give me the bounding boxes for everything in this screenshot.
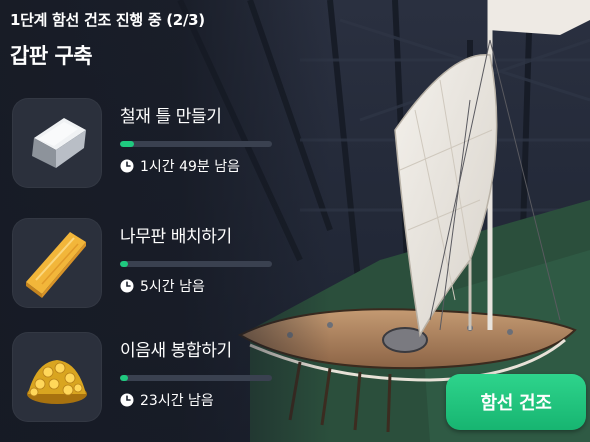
time-remaining-label: 5시간 남음	[140, 279, 205, 295]
time-remaining-label: 1시간 49분 남음	[140, 159, 241, 175]
time-remaining-label: 23시간 남음	[140, 393, 214, 409]
clock-icon	[120, 393, 134, 407]
section-title: 갑판 구축	[10, 44, 93, 68]
task-item[interactable]: 나무판 배치하기 5시간 남음	[12, 218, 312, 318]
clock-icon	[120, 159, 134, 173]
clock-icon	[120, 279, 134, 293]
task-icon-frame	[12, 332, 102, 422]
time-remaining: 23시간 남음	[120, 390, 214, 410]
task-item[interactable]: 이음새 봉합하기 23시간 남음	[12, 332, 312, 432]
task-name: 철재 틀 만들기	[120, 107, 222, 127]
progress-bar	[120, 375, 272, 381]
wood-plank-icon	[26, 232, 86, 298]
progress-bar	[120, 261, 272, 267]
build-ship-button[interactable]: 함선 건조	[446, 374, 586, 430]
time-remaining: 1시간 49분 남음	[120, 156, 240, 176]
task-name: 나무판 배치하기	[120, 227, 232, 247]
task-icon-frame	[12, 218, 102, 308]
iron-ingot-icon	[32, 118, 86, 168]
task-item[interactable]: 철재 틀 만들기 1시간 49분 남음	[12, 98, 312, 198]
task-name: 이음새 봉합하기	[120, 341, 232, 361]
task-icon-frame	[12, 98, 102, 188]
time-remaining: 5시간 남음	[120, 276, 205, 296]
progress-fill	[120, 375, 128, 381]
progress-fill	[120, 261, 128, 267]
stage-title: 1단계 함선 건조 진행 중 (2/3)	[10, 11, 205, 29]
progress-fill	[120, 141, 134, 147]
gold-coins-icon	[27, 360, 87, 404]
progress-bar	[120, 141, 272, 147]
